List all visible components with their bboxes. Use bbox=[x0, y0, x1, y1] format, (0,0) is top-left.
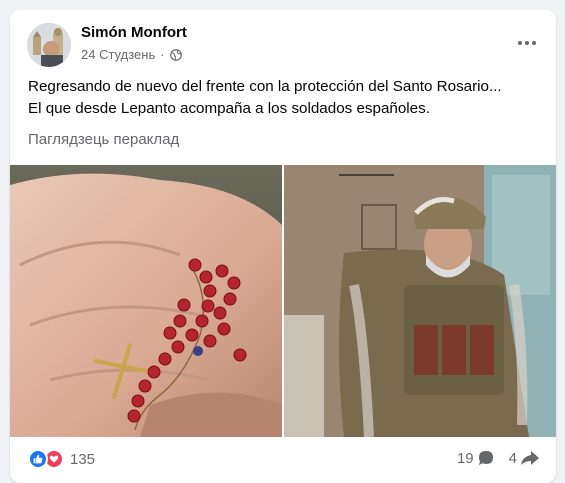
heart-glyph bbox=[49, 455, 59, 463]
like-icon bbox=[28, 449, 48, 469]
author-name[interactable]: Simón Monfort bbox=[81, 24, 187, 41]
rosary-image bbox=[10, 165, 282, 437]
post-text-line-1: Regresando de nuevo del frente con la pr… bbox=[28, 78, 502, 95]
comment-count: 19 bbox=[456, 449, 474, 467]
more-icon[interactable] bbox=[512, 28, 542, 58]
photo-grid bbox=[10, 165, 556, 437]
soldier-photo[interactable] bbox=[284, 165, 556, 437]
post-header: Simón Monfort 24 Студзень · bbox=[10, 10, 556, 72]
post-text: Regresando de nuevo del frente con la pr… bbox=[28, 76, 548, 120]
comment-icon bbox=[478, 451, 493, 465]
reaction-count: 135 bbox=[70, 450, 96, 468]
soldier-image bbox=[284, 165, 556, 437]
post-text-line-2: El que desde Lepanto acompaña a los sold… bbox=[28, 100, 430, 117]
avatar[interactable] bbox=[27, 23, 71, 67]
post-meta: 24 Студзень · bbox=[81, 47, 182, 62]
more-dots bbox=[518, 41, 536, 45]
engagement-stats: 19 4 bbox=[457, 449, 540, 467]
globe-icon[interactable] bbox=[169, 48, 182, 61]
comments-stat[interactable]: 19 bbox=[457, 449, 495, 467]
avatar-image bbox=[27, 23, 71, 67]
post-card: Simón Monfort 24 Студзень · Regresando d… bbox=[10, 10, 556, 483]
share-icon bbox=[521, 451, 539, 465]
see-translation-link[interactable]: Паглядзець пераклад bbox=[28, 131, 179, 148]
reactions-summary[interactable]: 135 bbox=[28, 449, 95, 469]
meta-separator: · bbox=[160, 47, 165, 62]
rosary-photo[interactable] bbox=[10, 165, 282, 437]
post-date[interactable]: 24 Студзень bbox=[81, 47, 155, 62]
share-count: 4 bbox=[508, 449, 517, 467]
post-footer: 135 19 4 bbox=[10, 447, 556, 473]
shares-stat[interactable]: 4 bbox=[509, 449, 540, 467]
thumbs-up-glyph bbox=[33, 454, 43, 464]
